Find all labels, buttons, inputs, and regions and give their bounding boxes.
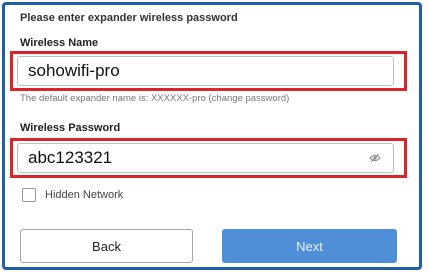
eye-toggle-icon[interactable] [369,153,381,163]
wireless-password-value: abc123321 [28,148,113,167]
wireless-name-label: Wireless Name [20,37,99,49]
next-button[interactable]: Next [222,229,397,263]
wireless-name-hint: The default expander name is: XXXXXX-pro… [20,93,290,104]
wireless-name-input[interactable]: sohowifi-pro [17,56,394,86]
form-heading: Please enter expander wireless password [20,12,238,24]
wireless-password-input[interactable]: abc123321 [17,143,394,173]
hidden-network-label: Hidden Network [45,189,124,201]
hidden-network-checkbox[interactable] [22,188,36,202]
back-button[interactable]: Back [20,229,193,263]
wireless-password-label: Wireless Password [20,122,121,134]
wireless-name-value: sohowifi-pro [28,61,120,80]
